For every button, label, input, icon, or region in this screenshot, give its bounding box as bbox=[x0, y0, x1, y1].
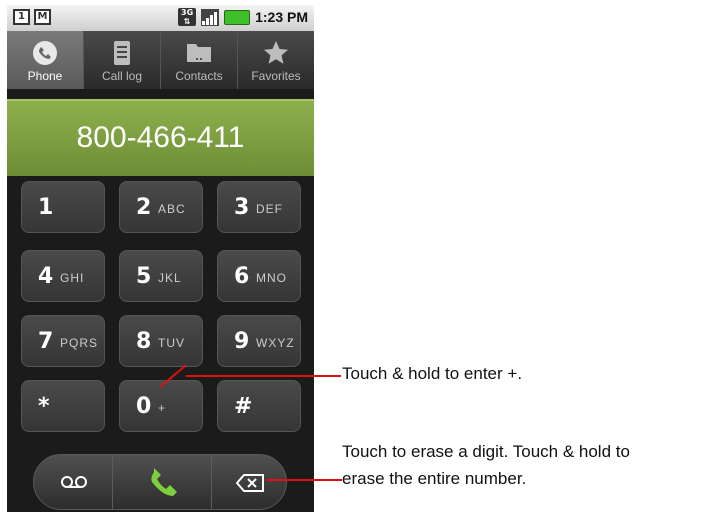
callout-erase-line2: erase the entire number. bbox=[342, 469, 527, 488]
sim-card-icon: 1 bbox=[13, 9, 30, 25]
status-time: 1:23 PM bbox=[255, 9, 308, 25]
tab-contacts[interactable]: Contacts bbox=[160, 31, 237, 89]
key-8[interactable]: 8 TUV bbox=[119, 315, 203, 367]
key-9[interactable]: 9 WXYZ bbox=[217, 315, 301, 367]
call-log-icon bbox=[113, 40, 131, 71]
key-7[interactable]: 7 PQRS bbox=[21, 315, 105, 367]
key-0[interactable]: 0 + bbox=[119, 380, 203, 432]
callout-plus-text: Touch & hold to enter +. bbox=[342, 364, 523, 383]
key-5[interactable]: 5 JKL bbox=[119, 250, 203, 302]
voicemail-button[interactable] bbox=[34, 455, 112, 509]
tab-favorites[interactable]: Favorites bbox=[237, 31, 314, 89]
battery-icon bbox=[224, 9, 251, 25]
tab-call-log[interactable]: Call log bbox=[83, 31, 160, 89]
callout-line-plus-horizontal bbox=[186, 375, 341, 377]
contacts-icon bbox=[185, 40, 213, 69]
gmail-icon: M bbox=[34, 9, 51, 25]
voicemail-icon bbox=[60, 475, 88, 494]
dial-button[interactable] bbox=[112, 455, 212, 509]
network-3g-icon: 3G ⇅ bbox=[178, 8, 197, 26]
dialer-action-bar bbox=[33, 454, 287, 510]
tab-bar: Phone Call log Contacts Favorites bbox=[7, 31, 314, 89]
callout-line-erase bbox=[266, 479, 342, 481]
key-2[interactable]: 2 ABC bbox=[119, 181, 203, 233]
star-icon bbox=[263, 40, 289, 71]
key-star[interactable]: * bbox=[21, 380, 105, 432]
tab-phone[interactable]: Phone bbox=[7, 31, 83, 89]
key-pound[interactable]: # bbox=[217, 380, 301, 432]
status-bar: 1 M 3G ⇅ 1:23 PM bbox=[7, 5, 314, 31]
key-1[interactable]: 1 bbox=[21, 181, 105, 233]
dialed-number-display[interactable]: 800-466-411 bbox=[7, 99, 314, 176]
phone-icon bbox=[32, 40, 58, 71]
key-6[interactable]: 6 MNO bbox=[217, 250, 301, 302]
dial-phone-icon bbox=[146, 466, 180, 505]
key-4[interactable]: 4 GHI bbox=[21, 250, 105, 302]
backspace-icon bbox=[235, 474, 264, 497]
dialed-number: 800-466-411 bbox=[76, 121, 245, 154]
backspace-button[interactable] bbox=[210, 455, 286, 509]
key-3[interactable]: 3 DEF bbox=[217, 181, 301, 233]
signal-strength-icon bbox=[201, 8, 220, 26]
dialer-screen: 1 M 3G ⇅ 1:23 PM Phone Call log Contacts… bbox=[7, 5, 314, 512]
callout-erase-line1: Touch to erase a digit. Touch & hold to bbox=[342, 442, 630, 461]
